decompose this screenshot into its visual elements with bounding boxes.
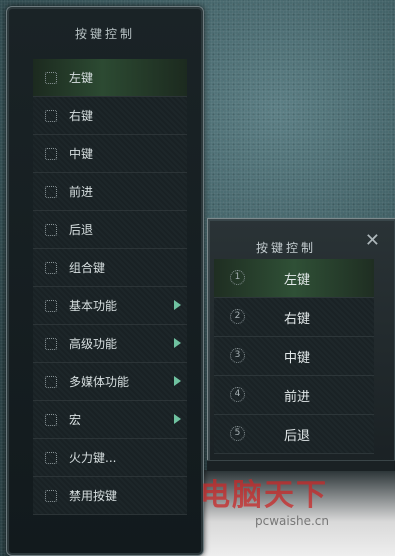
mini-menu-item[interactable]: 5 后退	[214, 415, 374, 454]
menu-item-label: 后退	[69, 223, 94, 237]
number-badge-icon: 3	[230, 348, 245, 363]
menu-item[interactable]: 基本功能	[33, 287, 187, 325]
radio-indicator-icon	[45, 110, 57, 122]
menu-item-label: 多媒体功能	[69, 375, 130, 389]
number-badge-icon: 5	[230, 426, 245, 441]
menu-item-label: 右键	[69, 109, 94, 123]
number-badge-icon: 4	[230, 387, 245, 402]
menu-item-label: 高级功能	[69, 337, 118, 351]
key-control-mini-panel: 按键控制 ✕ 1 左键 2 右键 3 中键 4 前进 5 后退	[207, 218, 395, 470]
menu-item[interactable]: 左键	[33, 59, 187, 97]
submenu-arrow-icon	[174, 338, 181, 348]
radio-indicator-icon	[45, 414, 57, 426]
key-control-menu-panel: 按键控制 左键右键中键前进后退组合键基本功能高级功能多媒体功能宏火力键... 禁用…	[6, 6, 204, 556]
menu-item-label: 基本功能	[69, 299, 118, 313]
key-control-menu: 左键右键中键前进后退组合键基本功能高级功能多媒体功能宏火力键... 禁用按键	[33, 59, 187, 515]
number-badge-icon: 1	[230, 270, 245, 285]
menu-item[interactable]: 后退	[33, 211, 187, 249]
number-badge-icon: 2	[230, 309, 245, 324]
mini-menu-item-label: 后退	[284, 429, 311, 444]
mini-menu-item[interactable]: 4 前进	[214, 376, 374, 415]
watermark-url: pcwaishe.cn	[255, 514, 329, 528]
menu-item[interactable]: 组合键	[33, 249, 187, 287]
menu-item-label: 前进	[69, 185, 94, 199]
menu-item[interactable]: 禁用按键	[33, 477, 187, 515]
submenu-arrow-icon	[174, 376, 181, 386]
mini-key-menu: 1 左键 2 右键 3 中键 4 前进 5 后退	[214, 259, 374, 454]
menu-item[interactable]: 中键	[33, 135, 187, 173]
menu-item[interactable]: 高级功能	[33, 325, 187, 363]
mini-menu-item-label: 左键	[284, 273, 311, 288]
panel-title: 按键控制	[74, 27, 135, 41]
mini-menu-item-label: 前进	[284, 390, 311, 405]
radio-indicator-icon	[45, 338, 57, 350]
radio-indicator-icon	[45, 376, 57, 388]
radio-indicator-icon	[45, 490, 57, 502]
radio-indicator-icon	[45, 224, 57, 236]
mini-menu-item[interactable]: 3 中键	[214, 337, 374, 376]
submenu-arrow-icon	[174, 414, 181, 424]
radio-indicator-icon	[45, 262, 57, 274]
mini-menu-item[interactable]: 1 左键	[214, 259, 374, 298]
radio-indicator-icon	[45, 148, 57, 160]
menu-item-label: 组合键	[69, 261, 106, 275]
menu-item[interactable]: 多媒体功能	[33, 363, 187, 401]
mini-menu-item-label: 右键	[284, 312, 311, 327]
radio-indicator-icon	[45, 452, 57, 464]
mini-panel-title: 按键控制	[256, 241, 317, 255]
radio-indicator-icon	[45, 72, 57, 84]
menu-item-label: 中键	[69, 147, 94, 161]
submenu-arrow-icon	[174, 300, 181, 310]
menu-item[interactable]: 宏	[33, 401, 187, 439]
menu-item[interactable]: 右键	[33, 97, 187, 135]
radio-indicator-icon	[45, 300, 57, 312]
menu-item-label: 禁用按键	[69, 489, 118, 503]
close-icon[interactable]: ✕	[365, 232, 380, 250]
watermark-logo: 电脑天下	[200, 478, 328, 513]
menu-item-label: 左键	[69, 71, 94, 85]
mini-menu-item[interactable]: 2 右键	[214, 298, 374, 337]
menu-item-label: 火力键...	[69, 451, 117, 465]
menu-item[interactable]: 前进	[33, 173, 187, 211]
mini-menu-item-label: 中键	[284, 351, 311, 366]
menu-item[interactable]: 火力键...	[33, 439, 187, 477]
radio-indicator-icon	[45, 186, 57, 198]
menu-item-label: 宏	[69, 413, 82, 427]
